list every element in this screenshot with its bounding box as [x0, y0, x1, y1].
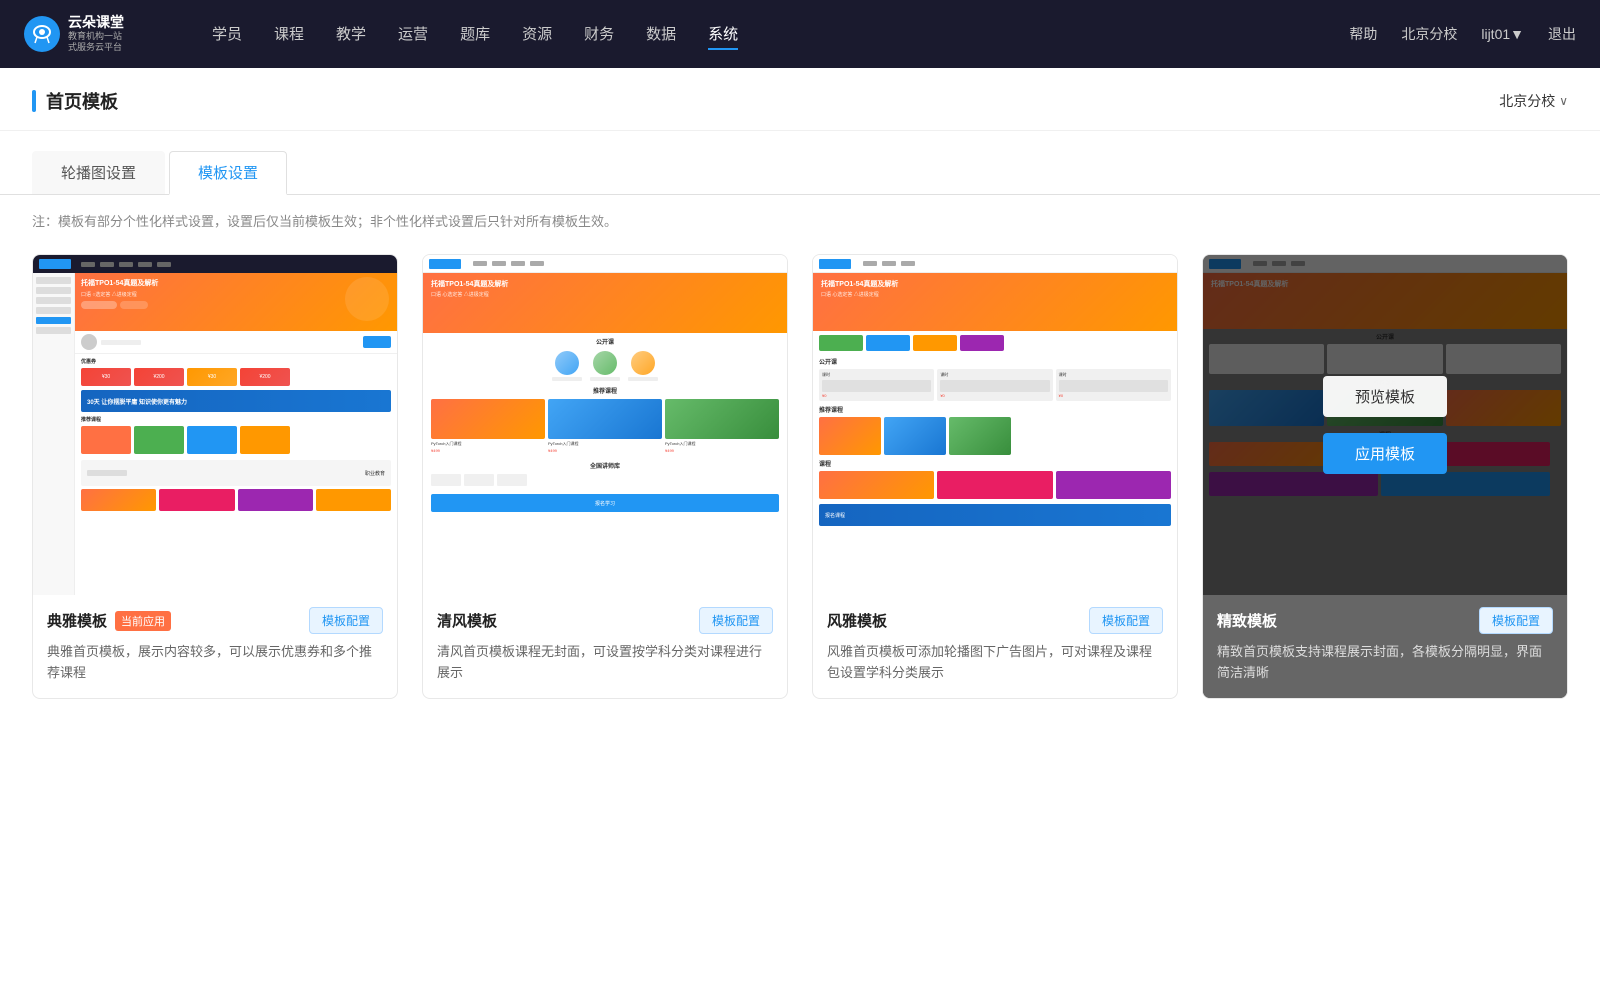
- logo-icon: [24, 16, 60, 52]
- template-preview-fengya: 托福TPO1-54真题及解析 口语 心选定答 △进极定程 公开课: [813, 255, 1177, 595]
- tabs-area: 轮播图设置 模板设置: [0, 131, 1600, 195]
- template-name-row-jingzhi: 精致模板 模板配置: [1217, 607, 1553, 634]
- template-preview-qingfeng: 托福TPO1-54真题及解析 口语 心选定答 △进极定程 公开课: [423, 255, 787, 595]
- logo: 云朵课堂 教育机构一站式服务云平台: [24, 14, 164, 54]
- note-text: 注：模板有部分个性化样式设置，设置后仅当前模板生效；非个性化样式设置后只针对所有…: [32, 214, 617, 229]
- nav-item-operations[interactable]: 运营: [398, 19, 428, 50]
- template-card-fengya[interactable]: 托福TPO1-54真题及解析 口语 心选定答 △进极定程 公开课: [812, 254, 1178, 699]
- template-preview-dianyan: 托福TPO1-54真题及解析 口语 ○选定答 △进级定程: [33, 255, 397, 595]
- template-overlay-jingzhi: 预览模板 应用模板: [1203, 255, 1567, 595]
- logo-text: 云朵课堂 教育机构一站式服务云平台: [68, 14, 124, 54]
- template-desc-qingfeng: 清风首页模板课程无封面，可设置按学科分类对课程进行展示: [437, 642, 773, 684]
- btn-apply-jingzhi[interactable]: 应用模板: [1323, 433, 1447, 474]
- template-grid: 托福TPO1-54真题及解析 口语 ○选定答 △进级定程: [0, 246, 1600, 739]
- template-footer-fengya: 风雅模板 模板配置 风雅首页模板可添加轮播图下广告图片，可对课程及课程包设置学科…: [813, 595, 1177, 698]
- template-name: 典雅模板: [47, 610, 107, 631]
- nav-help[interactable]: 帮助: [1349, 24, 1377, 44]
- nav-item-data[interactable]: 数据: [646, 19, 676, 50]
- page-header: 首页模板 北京分校 ∨: [0, 68, 1600, 131]
- page-content: 首页模板 北京分校 ∨ 轮播图设置 模板设置 注：模板有部分个性化样式设置，设置…: [0, 68, 1600, 990]
- chevron-down-icon: ∨: [1559, 94, 1568, 108]
- template-desc-jingzhi: 精致首页模板支持课程展示封面，各模板分隔明显，界面简洁清晰: [1217, 642, 1553, 684]
- template-name-fengya: 风雅模板: [827, 610, 887, 631]
- nav-items: 学员 课程 教学 运营 题库 资源 财务 数据 系统: [212, 19, 1349, 50]
- top-navigation: 云朵课堂 教育机构一站式服务云平台 学员 课程 教学 运营 题库 资源 财务 数…: [0, 0, 1600, 68]
- template-name-jingzhi: 精致模板: [1217, 610, 1277, 631]
- page-title: 首页模板: [46, 88, 118, 114]
- page-title-wrap: 首页模板: [32, 88, 118, 114]
- nav-right: 帮助 北京分校 lijt01▼ 退出: [1349, 24, 1576, 44]
- btn-template-config-qingfeng[interactable]: 模板配置: [699, 607, 773, 634]
- template-preview-jingzhi: 托福TPO1-54真题及解析 公开课 推荐课程: [1203, 255, 1567, 595]
- template-name-left-fengya: 风雅模板: [827, 610, 887, 631]
- btn-template-config-jingzhi[interactable]: 模板配置: [1479, 607, 1553, 634]
- nav-item-finance[interactable]: 财务: [584, 19, 614, 50]
- nav-branch[interactable]: 北京分校: [1401, 24, 1457, 44]
- template-name-row-fengya: 风雅模板 模板配置: [827, 607, 1163, 634]
- tab-template[interactable]: 模板设置: [169, 151, 287, 195]
- branch-selector-text: 北京分校: [1499, 91, 1555, 111]
- branch-selector[interactable]: 北京分校 ∨: [1499, 91, 1568, 111]
- template-name-left: 典雅模板 当前应用: [47, 610, 171, 631]
- template-card-qingfeng[interactable]: 托福TPO1-54真题及解析 口语 心选定答 △进极定程 公开课: [422, 254, 788, 699]
- template-footer-dianyan: 典雅模板 当前应用 模板配置 典雅首页模板，展示内容较多，可以展示优惠券和多个推…: [33, 595, 397, 698]
- template-desc-dianyan: 典雅首页模板，展示内容较多，可以展示优惠券和多个推荐课程: [47, 642, 383, 684]
- nav-item-system[interactable]: 系统: [708, 19, 738, 50]
- btn-template-config-fengya[interactable]: 模板配置: [1089, 607, 1163, 634]
- note-area: 注：模板有部分个性化样式设置，设置后仅当前模板生效；非个性化样式设置后只针对所有…: [0, 195, 1600, 246]
- nav-logout[interactable]: 退出: [1548, 24, 1576, 44]
- btn-template-config-dianyan[interactable]: 模板配置: [309, 607, 383, 634]
- template-card-jingzhi[interactable]: 托福TPO1-54真题及解析 公开课 推荐课程: [1202, 254, 1568, 699]
- template-name-left-jingzhi: 精致模板: [1217, 610, 1277, 631]
- template-name-row: 典雅模板 当前应用 模板配置: [47, 607, 383, 634]
- template-name-left-qingfeng: 清风模板: [437, 610, 497, 631]
- template-card-dianyan[interactable]: 托福TPO1-54真题及解析 口语 ○选定答 △进级定程: [32, 254, 398, 699]
- nav-item-questions[interactable]: 题库: [460, 19, 490, 50]
- nav-item-courses[interactable]: 课程: [274, 19, 304, 50]
- page-title-bar: [32, 90, 36, 112]
- badge-current: 当前应用: [115, 611, 171, 631]
- template-desc-fengya: 风雅首页模板可添加轮播图下广告图片，可对课程及课程包设置学科分类展示: [827, 642, 1163, 684]
- template-name-row-qingfeng: 清风模板 模板配置: [437, 607, 773, 634]
- template-name-qingfeng: 清风模板: [437, 610, 497, 631]
- nav-item-students[interactable]: 学员: [212, 19, 242, 50]
- template-footer-jingzhi: 精致模板 模板配置 精致首页模板支持课程展示封面，各模板分隔明显，界面简洁清晰: [1203, 595, 1567, 698]
- nav-user[interactable]: lijt01▼: [1481, 26, 1524, 42]
- btn-preview-jingzhi[interactable]: 预览模板: [1323, 376, 1447, 417]
- nav-item-resources[interactable]: 资源: [522, 19, 552, 50]
- template-footer-qingfeng: 清风模板 模板配置 清风首页模板课程无封面，可设置按学科分类对课程进行展示: [423, 595, 787, 698]
- tab-carousel[interactable]: 轮播图设置: [32, 151, 165, 194]
- nav-item-teaching[interactable]: 教学: [336, 19, 366, 50]
